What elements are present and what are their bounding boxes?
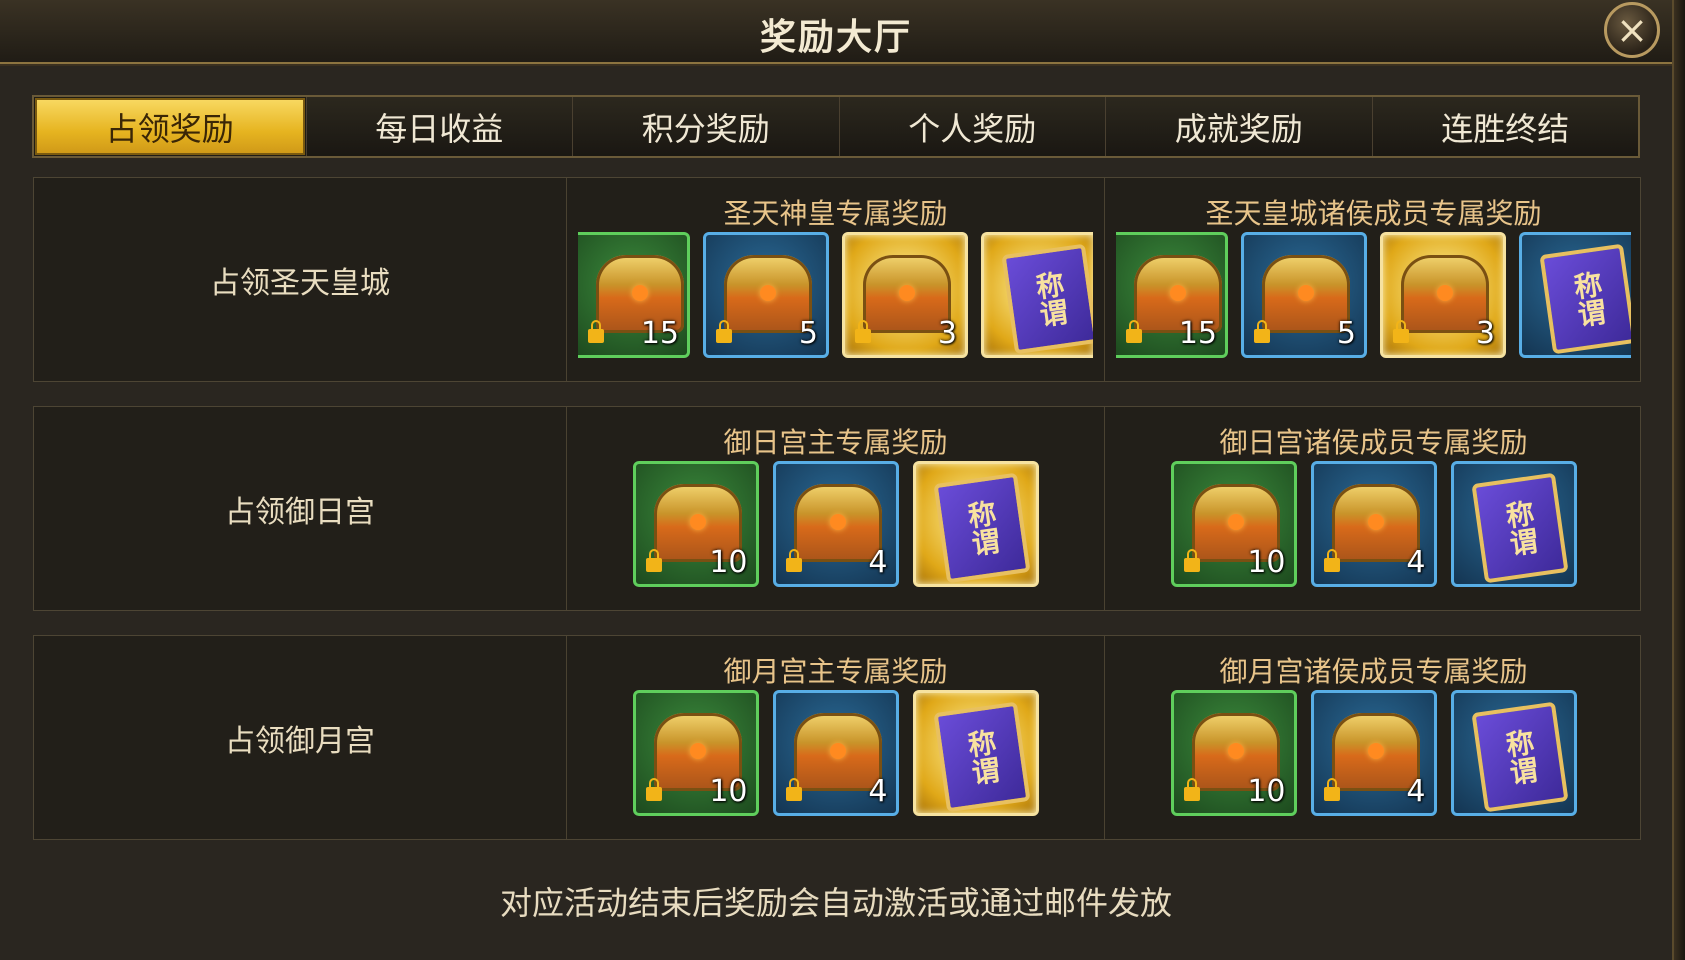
reward-item-chest[interactable]: 4 [1310,690,1437,816]
item-count: 3 [1475,316,1495,351]
reward-item-chest[interactable]: 10 [1170,690,1297,816]
reward-item-chest[interactable]: 10 [632,461,759,587]
reward-item-title-scroll[interactable]: 称谓 [912,690,1039,816]
group-title: 御日宫诸侯成员专属奖励 [1219,426,1528,459]
reward-items: 15 5 3 称谓 [1116,232,1631,362]
reward-items: 10 4 称谓 [578,690,1093,820]
item-count: 15 [640,316,679,351]
window-title: 奖励大厅 [759,17,912,58]
item-count: 15 [1178,316,1217,351]
item-count: 4 [868,774,888,809]
group-title: 御月宫诸侯成员专属奖励 [1219,655,1528,688]
lock-icon [1183,778,1200,801]
lock-icon [645,549,662,572]
footer-notice: 对应活动结束后奖励会自动激活或通过邮件发放 [499,884,1172,922]
reward-item-title-scroll[interactable]: 称谓 [981,232,1093,358]
group-title: 御月宫主专属奖励 [723,655,948,688]
reward-item-chest[interactable]: 3 [842,232,968,358]
lock-icon [1323,778,1340,801]
reward-items: 10 4 称谓 [578,461,1093,591]
lock-icon [1393,320,1409,343]
tab-points-rewards[interactable]: 积分奖励 [572,97,839,156]
reward-row: 占领御月宫 御月宫主专属奖励 10 4 称谓 御月宫诸侯成员专属奖励 10 4 … [33,635,1641,840]
reward-group: 御日宫诸侯成员专属奖励 10 4 称谓 [1105,407,1642,610]
reward-group: 御月宫诸侯成员专属奖励 10 4 称谓 [1105,636,1642,839]
item-count: 10 [709,545,748,580]
lock-icon [1183,549,1200,572]
reward-item-chest[interactable]: 10 [1170,461,1297,587]
item-count: 5 [1336,316,1356,351]
reward-item-chest[interactable]: 15 [578,232,690,358]
lock-icon [1254,320,1270,343]
reward-row: 占领圣天皇城 圣天神皇专属奖励 15 5 3 称谓 圣天皇城诸侯成员专属奖励 1… [33,177,1641,382]
close-icon: × [1616,8,1648,52]
tab-personal-rewards[interactable]: 个人奖励 [838,97,1105,156]
item-count: 10 [709,774,748,809]
reward-items: 10 4 称谓 [1116,690,1631,820]
item-count: 4 [868,545,888,580]
tab-streak-end[interactable]: 连胜终结 [1371,97,1638,156]
item-count: 3 [937,316,957,351]
reward-item-title-scroll[interactable]: 称谓 [1450,461,1577,587]
reward-group: 圣天皇城诸侯成员专属奖励 15 5 3 称谓 [1105,178,1642,381]
row-label: 占领御日宫 [34,407,567,610]
background-edge [1674,0,1685,960]
title-scroll-icon: 称谓 [932,701,1031,813]
tab-achievement-rewards[interactable]: 成就奖励 [1105,97,1372,156]
reward-row: 占领御日宫 御日宫主专属奖励 10 4 称谓 御日宫诸侯成员专属奖励 10 4 … [33,406,1641,611]
close-button[interactable]: × [1604,2,1660,58]
tab-daily-income[interactable]: 每日收益 [305,97,572,156]
lock-icon [785,549,802,572]
item-count: 10 [1247,774,1286,809]
tab-occupy-rewards[interactable]: 占领奖励 [37,100,303,153]
item-count: 5 [798,316,818,351]
group-title: 圣天皇城诸侯成员专属奖励 [1205,197,1542,230]
group-title: 御日宫主专属奖励 [723,426,948,459]
reward-items: 10 4 称谓 [1116,461,1631,591]
title-scroll-icon: 称谓 [1001,243,1093,355]
reward-item-chest[interactable]: 4 [772,690,899,816]
reward-item-chest[interactable]: 5 [703,232,829,358]
item-count: 10 [1247,545,1286,580]
lock-icon [716,320,732,343]
title-scroll-icon: 称谓 [1539,243,1631,355]
reward-item-chest[interactable]: 4 [772,461,899,587]
reward-item-chest[interactable]: 15 [1116,232,1228,358]
reward-hall-window: 奖励大厅 × 占领奖励 每日收益 积分奖励 个人奖励 成就奖励 连胜终结 占领圣… [0,0,1674,960]
tab-bar: 占领奖励 每日收益 积分奖励 个人奖励 成就奖励 连胜终结 [32,95,1640,158]
title-scroll-icon: 称谓 [1470,472,1569,584]
title-scroll-icon: 称谓 [932,472,1031,584]
lock-icon [785,778,802,801]
title-bar: 奖励大厅 × [0,0,1672,64]
lock-icon [588,320,604,343]
reward-item-chest[interactable]: 5 [1241,232,1367,358]
reward-group: 御日宫主专属奖励 10 4 称谓 [567,407,1105,610]
reward-group: 圣天神皇专属奖励 15 5 3 称谓 [567,178,1105,381]
lock-icon [645,778,662,801]
title-scroll-icon: 称谓 [1470,701,1569,813]
lock-icon [1323,549,1340,572]
item-count: 4 [1406,545,1426,580]
lock-icon [855,320,871,343]
group-title: 圣天神皇专属奖励 [723,197,948,230]
reward-group: 御月宫主专属奖励 10 4 称谓 [567,636,1105,839]
reward-items: 15 5 3 称谓 [578,232,1093,362]
row-label: 占领圣天皇城 [34,178,567,381]
item-count: 4 [1406,774,1426,809]
reward-item-title-scroll[interactable]: 称谓 [1450,690,1577,816]
reward-item-chest[interactable]: 3 [1380,232,1506,358]
lock-icon [1126,320,1142,343]
reward-item-chest[interactable]: 4 [1310,461,1437,587]
reward-item-title-scroll[interactable]: 称谓 [1519,232,1631,358]
reward-item-chest[interactable]: 10 [632,690,759,816]
row-label: 占领御月宫 [34,636,567,839]
reward-item-title-scroll[interactable]: 称谓 [912,461,1039,587]
